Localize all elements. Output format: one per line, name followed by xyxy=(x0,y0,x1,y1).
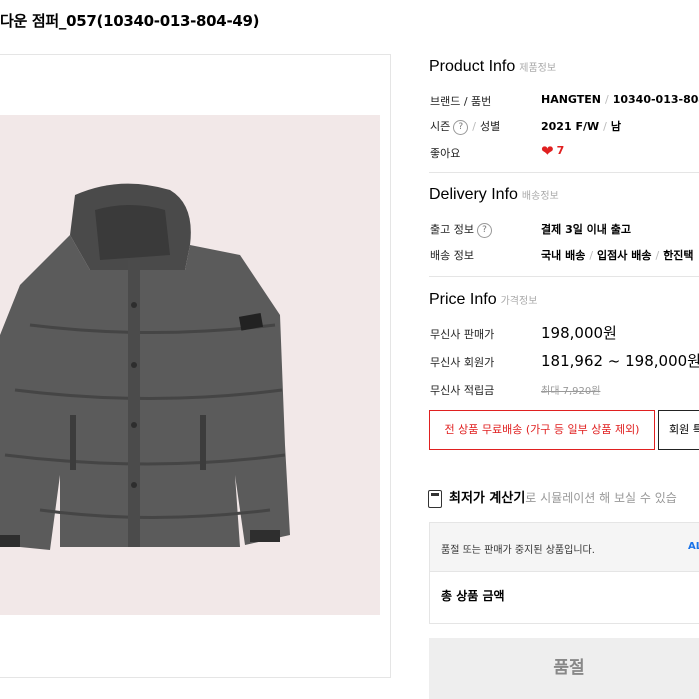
delivery-info-heading: Delivery Info 배송정보 xyxy=(429,186,559,203)
like-count: 7 xyxy=(556,144,565,157)
brand-link[interactable]: HANGTEN xyxy=(541,93,601,106)
method-label: 배송 정보 xyxy=(430,249,474,262)
notice-link[interactable]: AL xyxy=(688,541,699,552)
like-label: 좋아요 xyxy=(430,147,461,160)
member-benefit-button[interactable]: 회원 특 xyxy=(658,410,699,450)
ship-value: 결제 3일 이내 출고 xyxy=(541,223,631,236)
member-price: 181,962 ~ 198,000원 xyxy=(541,352,699,370)
section-divider xyxy=(429,276,699,277)
product-info-heading: Product Info 제품정보 xyxy=(429,58,557,75)
member-price-label: 무신사 회원가 xyxy=(430,356,495,369)
lowest-price-calculator[interactable]: 최저가 계산기로 시뮬레이션 해 보실 수 있습 xyxy=(428,487,677,508)
season-gender-value: 2021 F/W / 남 xyxy=(541,120,621,133)
sale-price: 198,000원 xyxy=(541,324,617,342)
brand-label: 브랜드 / 품번 xyxy=(430,95,492,108)
method-value: 국내 배송 / 입점사 배송 / 한진택 xyxy=(541,249,694,262)
like-button[interactable]: ❤ 7 xyxy=(541,142,564,160)
section-divider xyxy=(429,172,699,173)
product-code: 10340-013-804 xyxy=(612,93,699,106)
season-gender-label: 시즌? / 성별 xyxy=(430,119,501,135)
ship-label: 출고 정보? xyxy=(430,221,492,238)
sale-price-label: 무신사 판매가 xyxy=(430,328,495,341)
soldout-notice-text: 품절 또는 판매가 중지된 상품입니다. xyxy=(441,545,595,556)
product-title: 다운 점퍼_057(10340-013-804-49) xyxy=(0,12,260,30)
total-price-label: 총 상품 금액 xyxy=(441,589,505,603)
help-icon[interactable]: ? xyxy=(453,119,469,135)
soldout-button[interactable]: 품절 xyxy=(429,638,699,699)
calculator-icon xyxy=(428,489,442,508)
brand-value: HANGTEN/10340-013-804 xyxy=(541,93,699,106)
free-shipping-banner: 전 상품 무료배송 (가구 등 일부 상품 제외) xyxy=(429,410,655,450)
points-value: 최대 7,920원 xyxy=(541,386,601,397)
help-icon[interactable]: ? xyxy=(476,222,492,238)
points-label: 무신사 적립금 xyxy=(430,384,495,397)
purchase-box: 품절 또는 판매가 중지된 상품입니다. AL 총 상품 금액 xyxy=(429,522,699,624)
price-info-heading: Price Info 가격정보 xyxy=(429,291,538,308)
product-image-jacket xyxy=(0,183,290,550)
soldout-notice: 품절 또는 판매가 중지된 상품입니다. AL xyxy=(430,523,699,572)
heart-icon: ❤ xyxy=(541,142,554,160)
